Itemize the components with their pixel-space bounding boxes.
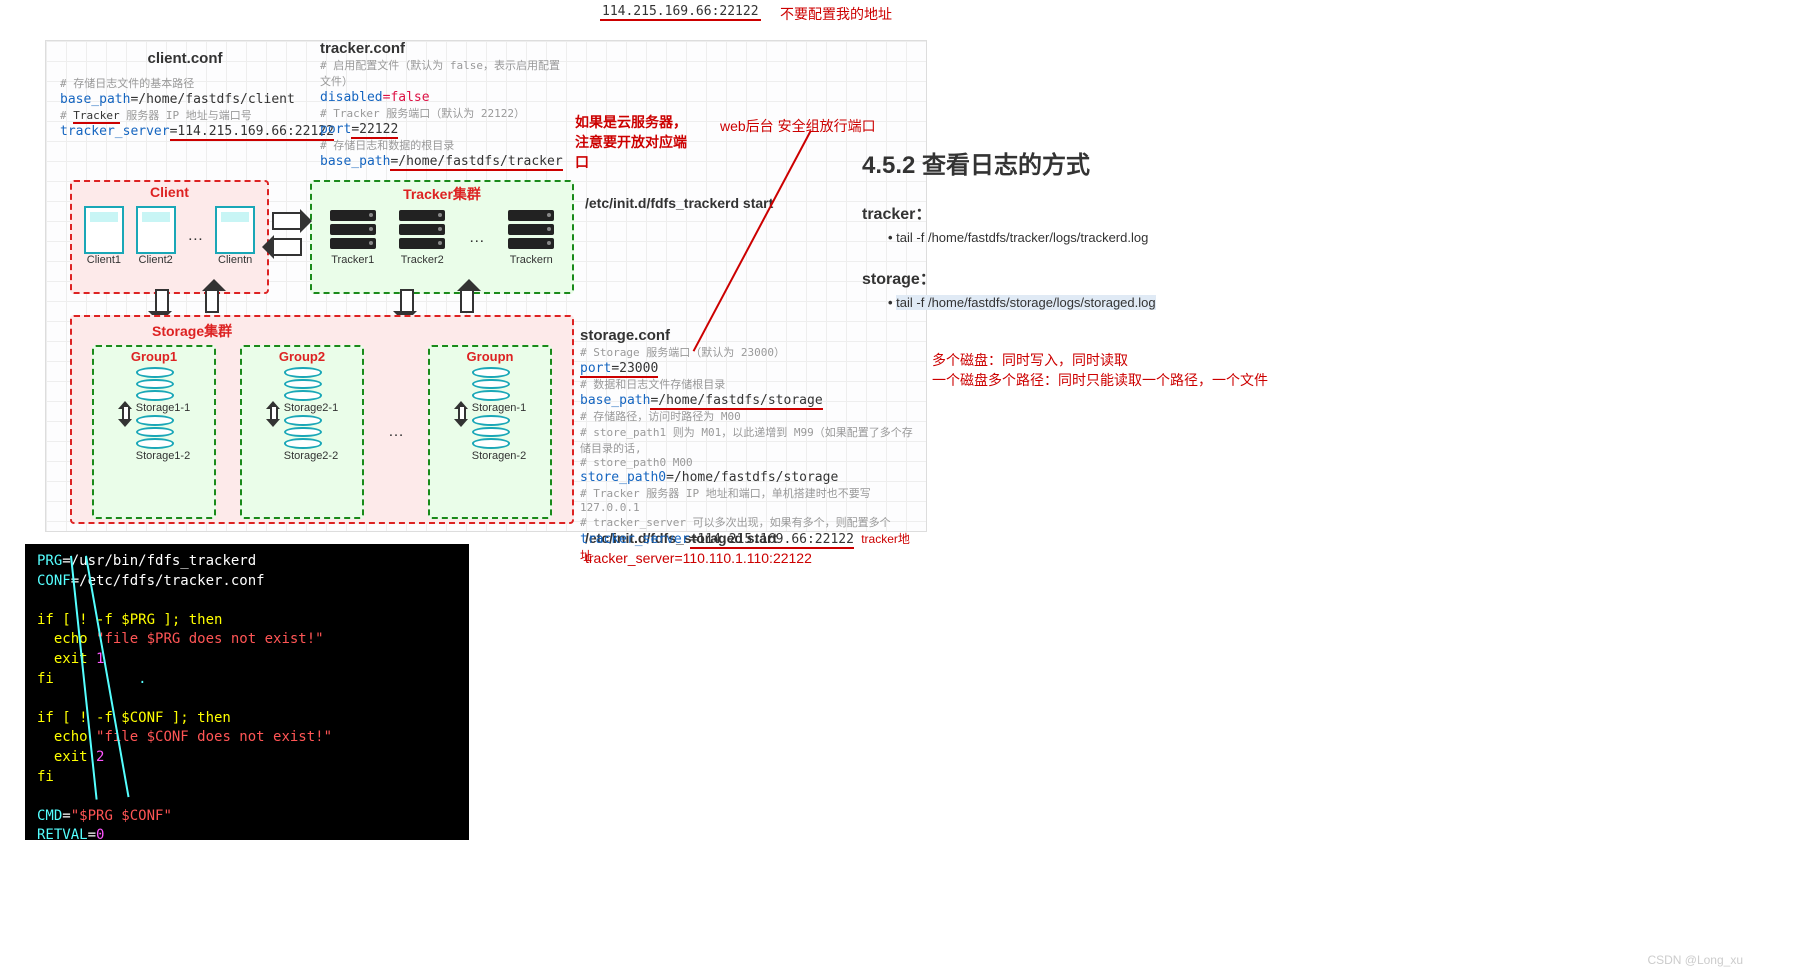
ellipsis: … — [187, 227, 203, 245]
key: store_path0 — [580, 470, 666, 485]
ellipsis: … — [388, 423, 404, 441]
storage-sub: Storagen-1 — [472, 402, 526, 414]
comment: # store_path0 M00 — [580, 456, 920, 469]
trackerd-start-cmd: /etc/init.d/fdfs_trackerd start — [585, 195, 773, 211]
storage-heading: storage： — [862, 265, 1462, 289]
storage-sub: Storage1-1 — [136, 402, 190, 414]
watermark: CSDN @Long_xu — [1647, 953, 1743, 967]
arrow-icon — [272, 212, 302, 230]
server-icon — [399, 210, 445, 254]
group-label: Group1 — [131, 347, 177, 366]
val: =114.215.169.66:22122 — [690, 532, 854, 549]
val: =114.215.169.66:22122 — [170, 124, 334, 141]
client-icon — [84, 206, 124, 254]
sync-arrow-icon — [266, 401, 282, 427]
arrow-icon — [272, 238, 302, 256]
storage-sub: Storage1-2 — [136, 450, 190, 462]
tracker-sub: Tracker2 — [399, 254, 445, 266]
disk-note-1: 多个磁盘：同时写入，同时读取 — [932, 350, 1462, 370]
group-box: Group1 Storage1-1 Storage1-2 — [92, 345, 216, 519]
disk-icon — [472, 367, 510, 401]
web-note: web后台 安全组放行端口 — [720, 116, 876, 136]
server-icon — [508, 210, 554, 254]
comment: # 启用配置文件（默认为 false，表示启用配置文件） — [320, 57, 570, 89]
top-note: 不要配置我的地址 — [780, 4, 892, 24]
disk-icon — [136, 367, 174, 401]
arrow-icon — [400, 289, 414, 313]
key: tracker_server — [60, 124, 170, 139]
group-label: Group2 — [279, 347, 325, 366]
sync-arrow-icon — [118, 401, 134, 427]
section-heading: 4.5.2 查看日志的方式 — [862, 145, 1462, 180]
arrow-icon — [460, 289, 474, 313]
key: disabled — [320, 90, 383, 105]
cloud-note: 如果是云服务器，注意要开放对应端口 — [575, 112, 695, 172]
key: port — [320, 122, 351, 137]
arrow-icon — [155, 289, 169, 313]
client-cluster-box: Client Client1 Client2 … Clientn — [70, 180, 269, 294]
client-icon — [136, 206, 176, 254]
client-conf-title: client.conf — [60, 50, 310, 67]
comment: # 存储路径，访问时路径为 M00 — [580, 408, 920, 424]
tracker-conf-title: tracker.conf — [320, 40, 570, 57]
client-sub: Client2 — [136, 254, 176, 266]
key: base_path — [60, 92, 130, 107]
storage-label: Storage集群 — [72, 317, 572, 341]
storage-sub: Storage2-2 — [284, 450, 338, 462]
storage-log-cmd: tail -f /home/fastdfs/storage/logs/stora… — [888, 295, 1462, 310]
disk-icon — [472, 415, 510, 449]
ellipsis: … — [469, 229, 485, 247]
disk-icon — [284, 415, 322, 449]
storage-cluster-box: Storage集群 Group1 Storage1-1 Storage1-2 Gr… — [70, 315, 574, 524]
group-box: Group2 Storage2-1 Storage2-2 — [240, 345, 364, 519]
comment: # tracker_server 可以多次出现，如果有多个，则配置多个 — [580, 514, 920, 530]
val: =/home/fastdfs/storage — [666, 470, 838, 485]
comment: # 存储日志和数据的根目录 — [320, 137, 570, 153]
client-icon — [215, 206, 255, 254]
comment: # Tracker 服务器 IP 地址与端口号 — [60, 107, 310, 123]
client-label: Client — [72, 182, 267, 202]
arrow-icon — [205, 289, 219, 313]
tracker-label: Tracker集群 — [312, 182, 572, 206]
tracker-heading: tracker： — [862, 200, 1462, 224]
val: =/home/fastdfs/client — [130, 92, 294, 107]
comment: # store_path1 则为 M01，以此递增到 M99（如果配置了多个存储… — [580, 424, 920, 456]
client-conf-block: client.conf # 存储日志文件的基本路径 base_path=/hom… — [60, 50, 310, 139]
val: =false — [383, 90, 430, 105]
server-icon — [330, 210, 376, 254]
tracker-log-cmd: tail -f /home/fastdfs/tracker/logs/track… — [888, 230, 1462, 245]
sync-arrow-icon — [454, 401, 470, 427]
group-box: Groupn Storagen-1 Storagen-2 — [428, 345, 552, 519]
client-sub: Clientn — [215, 254, 255, 266]
comment: # Tracker 服务端口（默认为 22122） — [320, 105, 570, 121]
tracker-conf-block: tracker.conf # 启用配置文件（默认为 false，表示启用配置文件… — [320, 40, 570, 169]
alt-tracker-server: tracker_server=110.110.1.110:22122 — [585, 550, 812, 566]
disk-icon — [136, 415, 174, 449]
storage-sub: Storagen-2 — [472, 450, 526, 462]
disk-note-2: 一个磁盘多个路径：同时只能读取一个路径，一个文件 — [932, 370, 1462, 390]
key: tracker_server — [580, 532, 690, 547]
group-label: Groupn — [467, 347, 514, 366]
tracker-sub: Trackern — [508, 254, 554, 266]
right-column: 4.5.2 查看日志的方式 tracker： tail -f /home/fas… — [862, 135, 1462, 390]
comment: # 存储日志文件的基本路径 — [60, 75, 310, 91]
storage-sub: Storage2-1 — [284, 402, 338, 414]
tracker-sub: Tracker1 — [330, 254, 376, 266]
key: base_path — [320, 154, 390, 169]
tracker-cluster-box: Tracker集群 Tracker1 Tracker2 … Trackern — [310, 180, 574, 294]
top-address: 114.215.169.66:22122 — [600, 4, 761, 21]
disk-icon — [284, 367, 322, 401]
val: =/home/fastdfs/tracker — [390, 154, 562, 171]
client-sub: Client1 — [84, 254, 124, 266]
comment: # Tracker 服务器 IP 地址和端口，单机搭建时也不要写 127.0.0… — [580, 485, 920, 514]
key: base_path — [580, 393, 650, 408]
